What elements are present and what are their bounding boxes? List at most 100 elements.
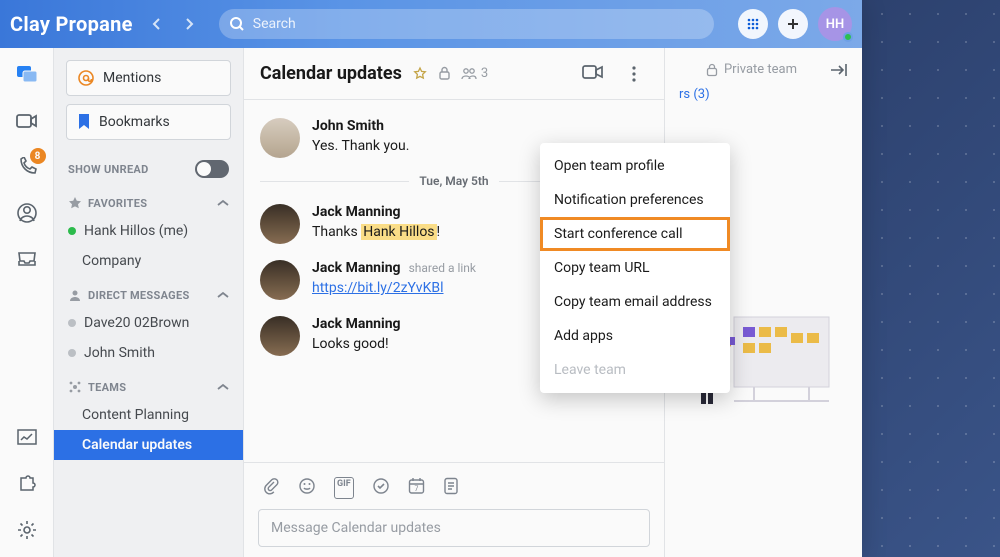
team-item-0[interactable]: Content Planning [54,400,243,430]
video-icon [582,64,604,80]
paperclip-icon [262,477,280,495]
teams-header[interactable]: TEAMS [54,368,243,400]
video-icon [16,113,38,129]
user-avatar[interactable]: HH [818,7,852,41]
presence-icon [68,319,76,327]
star-outline-icon [412,66,428,82]
rail-inbox[interactable] [14,246,40,272]
chevron-up-icon[interactable] [217,289,229,302]
unread-toggle[interactable] [195,160,229,178]
emoji-icon [298,477,316,495]
composer-toolbar: GIF 7 [258,473,650,509]
sidebar: Mentions Bookmarks SHOW UNREAD FAVORITES… [54,48,244,557]
message-avatar[interactable] [260,204,300,244]
bookmarks-button[interactable]: Bookmarks [66,104,231,140]
show-unread-row: SHOW UNREAD [54,148,243,184]
avatar-initials: HH [826,17,844,32]
member-count[interactable]: 3 [461,66,488,81]
chevron-up-icon[interactable] [217,381,229,394]
bookmark-icon [77,113,91,131]
rail-analytics[interactable] [14,425,40,451]
collapse-icon[interactable] [830,63,848,77]
attach-button[interactable] [262,477,280,499]
message-avatar[interactable] [260,118,300,158]
mentions-label: Mentions [103,70,161,86]
mention-chip[interactable]: Hank Hillos [361,224,436,240]
menu-leave-team[interactable]: Leave team [540,353,730,387]
lock-icon [438,66,451,81]
nav-back-button[interactable] [145,12,169,36]
menu-start-conference[interactable]: Start conference call [540,217,730,251]
fav-item-1[interactable]: Company [54,246,243,276]
fav-item-0[interactable]: Hank Hillos (me) [54,216,243,246]
brand-name: Clay Propane [10,12,133,36]
search-icon [229,16,245,32]
dm-item-0[interactable]: Dave20 02Brown [54,308,243,338]
lock-icon [706,63,718,77]
menu-copy-url[interactable]: Copy team URL [540,251,730,285]
nav-rail: 8 [0,48,54,557]
composer-input[interactable]: Message Calendar updates [258,509,650,547]
rail-apps[interactable] [14,471,40,497]
rail-contacts[interactable] [14,200,40,226]
kebab-icon [632,66,636,82]
composer: GIF 7 Message Calendar updates [244,462,664,557]
menu-open-profile[interactable]: Open team profile [540,149,730,183]
nav-forward-button[interactable] [177,12,201,36]
context-menu: Open team profile Notification preferenc… [540,143,730,393]
message-author: Jack Manning [312,260,401,276]
app-header: Clay Propane HH [0,0,862,48]
note-icon [443,477,459,495]
emoji-button[interactable] [298,477,316,499]
dm-item-1[interactable]: John Smith [54,338,243,368]
chevron-left-icon [152,18,162,30]
message-avatar[interactable] [260,260,300,300]
presence-icon [68,349,76,357]
search-container [219,9,714,39]
star-icon [68,196,82,210]
message-avatar[interactable] [260,316,300,356]
start-video-button[interactable] [582,64,604,84]
calendar-button[interactable]: 7 [408,477,425,499]
app-window: Clay Propane HH [0,0,862,557]
inbox-icon [17,251,37,267]
rail-video[interactable] [14,108,40,134]
gear-icon [17,520,37,540]
bookmarks-label: Bookmarks [99,114,170,130]
presence-dot [843,32,853,42]
gif-button[interactable]: GIF [334,477,354,499]
menu-copy-email[interactable]: Copy team email address [540,285,730,319]
conv-actions [582,60,648,88]
team-item-1[interactable]: Calendar updates [54,430,243,460]
search-input[interactable] [219,9,714,39]
task-button[interactable] [372,477,390,499]
chat-icon [16,65,38,85]
at-icon [77,69,95,87]
more-menu-button[interactable] [620,60,648,88]
favorites-header[interactable]: FAVORITES [54,184,243,216]
details-header: Private team [679,62,848,77]
note-button[interactable] [443,477,459,499]
mentions-button[interactable]: Mentions [66,60,231,96]
plus-icon [786,17,800,31]
dialpad-button[interactable] [738,9,768,39]
contact-icon [17,203,37,223]
chevron-right-icon [184,18,194,30]
rail-messages[interactable] [14,62,40,88]
app-body: 8 Mentions [0,48,862,557]
rail-settings[interactable] [14,517,40,543]
chevron-up-icon[interactable] [217,197,229,210]
dms-header[interactable]: DIRECT MESSAGES [54,276,243,308]
message-link[interactable]: https://bit.ly/2zYvKBl [312,280,444,296]
menu-add-apps[interactable]: Add apps [540,319,730,353]
person-icon [68,288,82,302]
svg-text:7: 7 [414,485,418,493]
rail-phone[interactable]: 8 [14,154,40,180]
check-icon [372,477,390,495]
favorite-star[interactable] [412,66,428,82]
menu-notification-prefs[interactable]: Notification preferences [540,183,730,217]
teams-icon [68,380,82,394]
add-button[interactable] [778,9,808,39]
message-author: Jack Manning [312,204,401,220]
members-link[interactable]: rs (3) [679,87,848,102]
